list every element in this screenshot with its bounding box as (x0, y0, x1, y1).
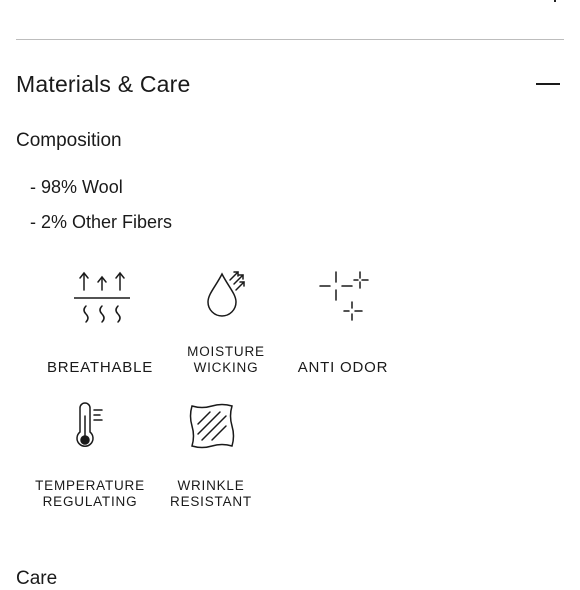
feature-anti-odor: ANTI ODOR (290, 268, 396, 380)
feature-label-line1: WRINKLE (177, 478, 245, 493)
section-title: Materials & Care (16, 70, 191, 97)
care-heading: Care (16, 568, 58, 589)
feature-label-line2: RESISTANT (170, 494, 252, 509)
feature-label-line2: WICKING (193, 360, 259, 375)
feature-label-line2: REGULATING (42, 494, 138, 509)
thermometer-icon (76, 402, 103, 447)
breathable-icon (74, 271, 130, 323)
sparkle-icon (319, 271, 369, 321)
feature-label-line1: TEMPERATURE (35, 478, 145, 493)
previous-section-row[interactable] (16, 0, 564, 4)
fiber-item: - 2% Other Fibers (30, 212, 173, 232)
minus-icon[interactable] (536, 83, 560, 85)
feature-wrinkle-resistant: WRINKLE RESISTANT (158, 402, 264, 514)
fiber-list: - 98% Wool - 2% Other Fibers (30, 176, 172, 246)
section-divider (16, 39, 564, 40)
feature-moisture-wicking: MOISTURE WICKING (168, 266, 284, 378)
materials-care-header[interactable]: Materials & Care (16, 66, 564, 102)
feature-temperature-regulating: TEMPERATURE REGULATING (28, 402, 152, 514)
composition-heading: Composition (16, 130, 122, 151)
feature-breathable: BREATHABLE (38, 268, 162, 380)
feature-label: BREATHABLE (46, 359, 154, 376)
water-drop-icon (207, 271, 245, 317)
feature-label-line1: MOISTURE (187, 344, 265, 359)
expand-icon[interactable] (554, 0, 556, 2)
feature-label: ANTI ODOR (297, 359, 389, 376)
fiber-item: - 98% Wool (30, 177, 123, 197)
wrinkle-fabric-icon (189, 403, 235, 449)
